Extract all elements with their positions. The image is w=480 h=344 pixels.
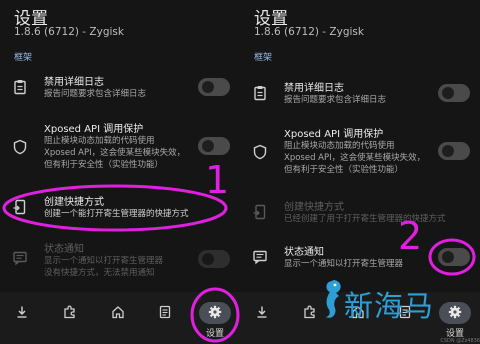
highlight-ellipse-annotation [2,184,240,343]
brand-watermark: 新海马 [344,289,435,323]
step-number-annotation: 2 [398,214,423,258]
step-number-annotation: 1 [205,158,230,202]
settings-screen-left: 设置 1.8.6 (6712) - Zygisk 框架 禁用详细日志 报告问题要… [0,0,240,344]
seahorse-logo-icon [326,280,341,318]
csdn-watermark: CSDN @Zz4836 [440,338,480,344]
